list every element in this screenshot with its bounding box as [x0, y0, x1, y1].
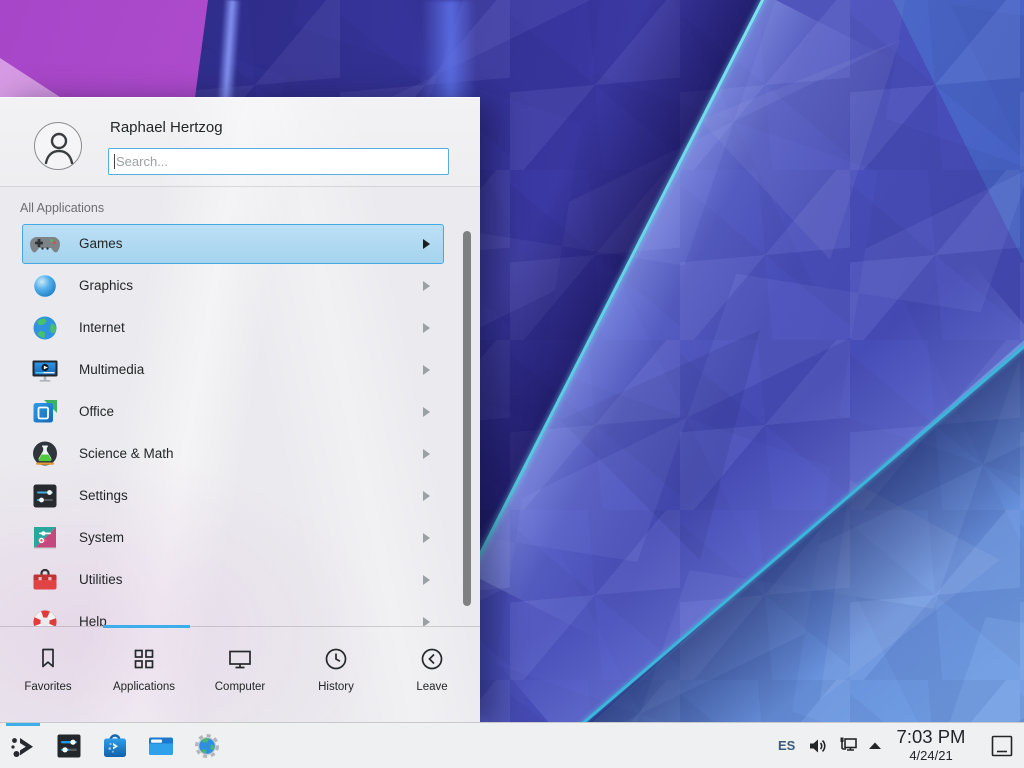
category-graphics[interactable]: Graphics: [0, 265, 480, 307]
submenu-arrow-icon: [423, 323, 430, 333]
search-field-wrap: [108, 148, 449, 175]
show-desktop-button[interactable]: [989, 733, 1015, 759]
launcher-open-indicator: [6, 723, 40, 726]
user-avatar[interactable]: [34, 122, 82, 170]
category-list: Games Graphics: [0, 223, 480, 626]
text-cursor: [114, 154, 115, 169]
office-documents-icon: [29, 396, 61, 428]
category-label: Graphics: [79, 265, 133, 307]
application-launcher-menu: Raphael Hertzog All Applications: [0, 97, 480, 722]
science-flask-icon: [29, 438, 61, 470]
category-science-math[interactable]: Science & Math: [0, 433, 480, 475]
category-help[interactable]: Help: [0, 601, 480, 626]
launcher-tab-bar: Favorites Applications: [0, 626, 480, 723]
tab-label: Leave: [416, 681, 447, 693]
submenu-arrow-icon: [423, 491, 430, 501]
submenu-arrow-icon: [423, 239, 430, 249]
tab-favorites[interactable]: Favorites: [0, 627, 96, 724]
submenu-arrow-icon: [423, 449, 430, 459]
tab-leave[interactable]: Leave: [384, 627, 480, 724]
globe-icon: [29, 312, 61, 344]
leave-circle-icon: [417, 644, 447, 674]
keyboard-layout-indicator[interactable]: ES: [778, 723, 795, 768]
category-multimedia[interactable]: Multimedia: [0, 349, 480, 391]
category-utilities[interactable]: Utilities: [0, 559, 480, 601]
submenu-arrow-icon: [423, 407, 430, 417]
settings-sliders-icon: [29, 480, 61, 512]
user-name: Raphael Hertzog: [110, 119, 223, 136]
applications-grid-icon: [129, 644, 159, 674]
tab-label: Favorites: [24, 681, 71, 693]
history-clock-icon: [321, 644, 351, 674]
clock-date: 4/24/21: [886, 748, 976, 763]
category-label: Office: [79, 391, 114, 433]
category-system[interactable]: System: [0, 517, 480, 559]
desktop: Raphael Hertzog All Applications: [0, 0, 1024, 768]
tab-label: Computer: [215, 681, 266, 693]
submenu-arrow-icon: [423, 575, 430, 585]
tab-computer[interactable]: Computer: [192, 627, 288, 724]
category-label: Utilities: [79, 559, 123, 601]
section-label: All Applications: [20, 201, 104, 215]
application-launcher-button plasma-logo-icon[interactable]: [7, 731, 39, 763]
life-ring-icon: [29, 606, 61, 626]
submenu-arrow-icon: [423, 281, 430, 291]
category-label: Multimedia: [79, 349, 144, 391]
system-sliders-icon: [29, 522, 61, 554]
scrollbar-thumb[interactable]: [463, 231, 471, 606]
graphics-sphere-icon: [29, 270, 61, 302]
category-label: Science & Math: [79, 433, 174, 475]
toolbox-icon: [29, 564, 61, 596]
category-label: Help: [79, 601, 107, 626]
search-input[interactable]: [108, 148, 449, 175]
tab-history[interactable]: History: [288, 627, 384, 724]
network-wired-icon[interactable]: [836, 734, 860, 758]
category-games[interactable]: Games: [0, 223, 480, 265]
expand-tray-arrow-icon[interactable]: [866, 737, 884, 755]
person-icon: [35, 123, 83, 171]
category-label: Settings: [79, 475, 128, 517]
category-label: Internet: [79, 307, 125, 349]
category-office[interactable]: Office: [0, 391, 480, 433]
tab-label: Applications: [113, 681, 175, 693]
launcher-header: Raphael Hertzog: [0, 98, 480, 187]
system-settings-icon[interactable]: [53, 730, 85, 762]
submenu-arrow-icon: [423, 365, 430, 375]
gamepad-icon: [29, 228, 61, 260]
gear-globe-icon[interactable]: [191, 730, 223, 762]
discover-bag-icon[interactable]: [99, 730, 131, 762]
bookmark-icon: [33, 644, 63, 674]
wallpaper-glow-streak-2: [420, 0, 476, 100]
tab-applications[interactable]: Applications: [96, 627, 192, 724]
submenu-arrow-icon: [423, 617, 430, 626]
category-label: System: [79, 517, 124, 559]
digital-clock[interactable]: 7:03 PM 4/24/21: [886, 723, 976, 768]
category-settings[interactable]: Settings: [0, 475, 480, 517]
volume-icon[interactable]: [806, 734, 830, 758]
multimedia-monitor-icon: [29, 354, 61, 386]
clock-time: 7:03 PM: [886, 726, 976, 748]
category-internet[interactable]: Internet: [0, 307, 480, 349]
computer-monitor-icon: [225, 644, 255, 674]
tab-label: History: [318, 681, 354, 693]
active-tab-indicator: [103, 625, 190, 628]
taskbar: ES 7:03 PM 4/24/21: [0, 722, 1024, 768]
blue-folder-icon[interactable]: [145, 730, 177, 762]
category-label: Games: [79, 223, 123, 265]
submenu-arrow-icon: [423, 533, 430, 543]
